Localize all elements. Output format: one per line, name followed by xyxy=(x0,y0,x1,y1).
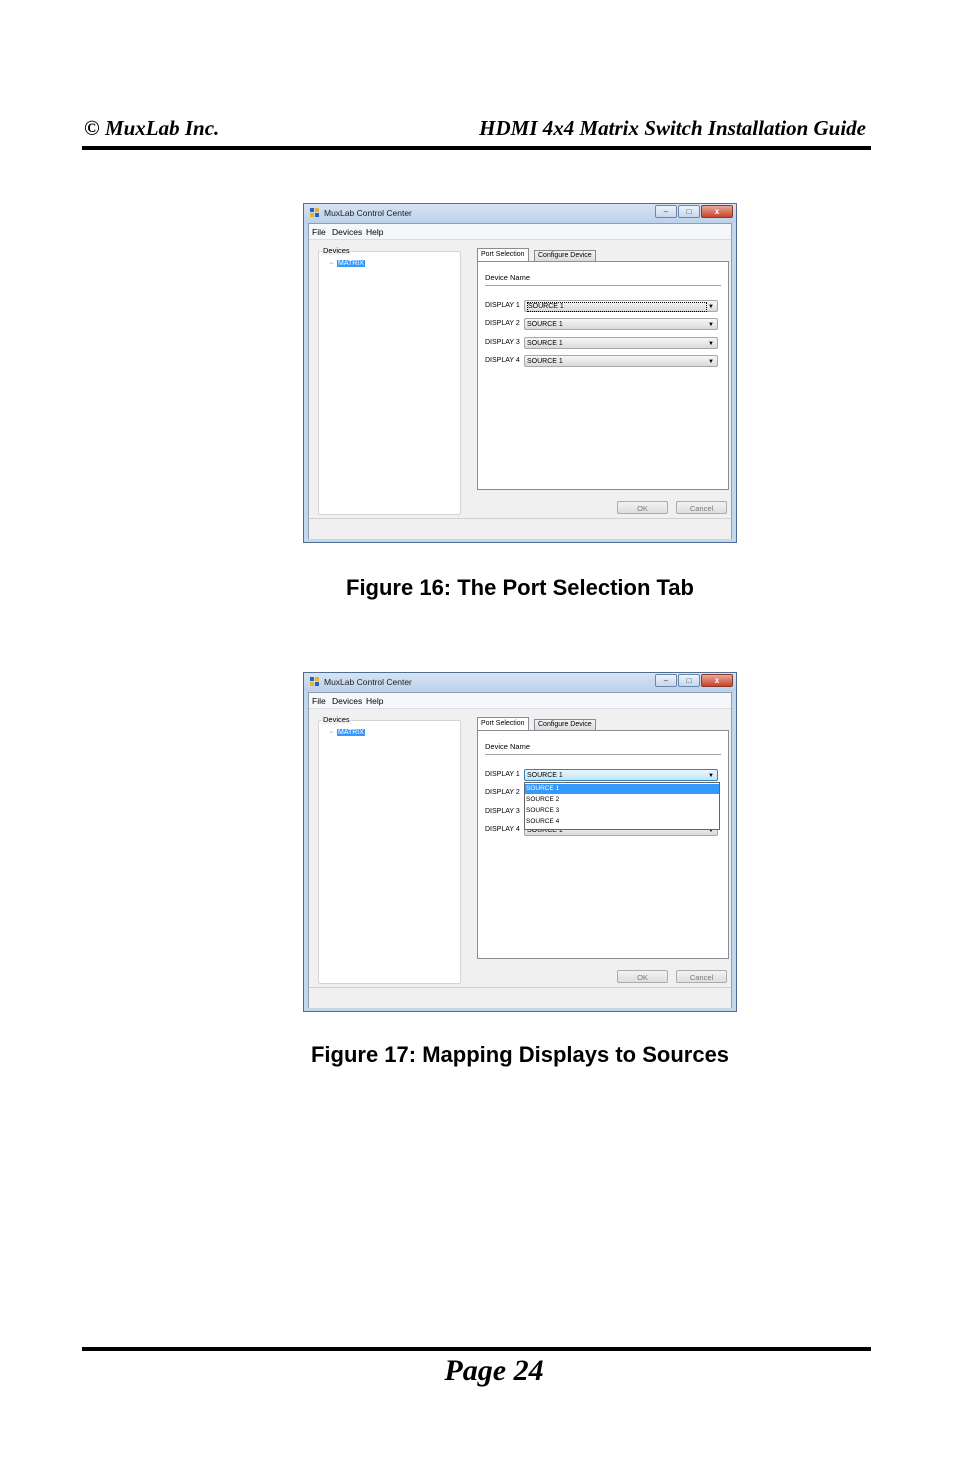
header-guide-title: HDMI 4x4 Matrix Switch Installation Guid… xyxy=(479,116,866,140)
tree-node-matrix[interactable]: MATRIX xyxy=(337,729,365,736)
device-name-label: Device Name xyxy=(485,273,531,282)
display-1-value: SOURCE 1 xyxy=(527,302,707,312)
port-selection-panel: Device Name DISPLAY 1 SOURCE 1 ▼ SOURCE 1… xyxy=(477,730,729,959)
close-button[interactable]: x xyxy=(701,205,733,218)
display-1-label: DISPLAY 1 xyxy=(485,302,520,309)
figure-17-window: MuxLab Control Center – □ x File Devices… xyxy=(303,672,737,1012)
minimize-button[interactable]: – xyxy=(655,205,677,218)
chevron-down-icon: ▼ xyxy=(708,304,714,310)
display-2-value: SOURCE 1 xyxy=(527,321,563,328)
display-4-label: DISPLAY 4 xyxy=(485,357,520,364)
tab-port-selection[interactable]: Port Selection xyxy=(477,717,529,730)
dropdown-option-source-4[interactable]: SOURCE 4 xyxy=(525,817,719,827)
title-bar[interactable]: MuxLab Control Center – □ x xyxy=(304,204,736,223)
footer-rule xyxy=(82,1347,871,1351)
display-4-select[interactable]: SOURCE 1 ▼ xyxy=(524,355,718,367)
header-copyright: © MuxLab Inc. xyxy=(84,116,220,140)
app-icon xyxy=(310,677,320,687)
device-name-divider xyxy=(485,754,721,755)
display-1-label: DISPLAY 1 xyxy=(485,771,520,778)
cancel-button[interactable]: Cancel xyxy=(676,501,727,514)
header-rule xyxy=(82,146,871,150)
maximize-button[interactable]: □ xyxy=(678,674,700,687)
figure-17-caption: Figure 17: Mapping Displays to Sources xyxy=(310,1042,730,1067)
dropdown-option-source-3[interactable]: SOURCE 3 xyxy=(525,806,719,816)
figure-16-window: MuxLab Control Center – □ x File Devices… xyxy=(303,203,737,543)
menu-help[interactable]: Help xyxy=(366,696,383,706)
display-4-value: SOURCE 1 xyxy=(527,358,563,365)
chevron-down-icon: ▼ xyxy=(708,359,714,365)
ok-button[interactable]: OK xyxy=(617,970,668,983)
menu-file[interactable]: File xyxy=(312,227,326,237)
devices-panel xyxy=(318,720,461,984)
menu-bar: File Devices Help xyxy=(309,224,731,240)
page-number: Page 24 xyxy=(444,1354,544,1387)
minimize-button[interactable]: – xyxy=(655,674,677,687)
display-2-select[interactable]: SOURCE 1 ▼ xyxy=(524,318,718,330)
display-2-label: DISPLAY 2 xyxy=(485,320,520,327)
display-2-label: DISPLAY 2 xyxy=(485,789,520,796)
tree-connector: ··· xyxy=(329,260,334,267)
tree-node-matrix[interactable]: MATRIX xyxy=(337,260,365,267)
menu-devices[interactable]: Devices xyxy=(332,227,362,237)
devices-panel xyxy=(318,251,461,515)
device-name-label: Device Name xyxy=(485,742,531,751)
window-title: MuxLab Control Center xyxy=(324,208,412,218)
device-name-divider xyxy=(485,285,721,286)
devices-label: Devices xyxy=(322,715,351,724)
page-header: © MuxLab Inc. HDMI 4x4 Matrix Switch Ins… xyxy=(84,116,870,146)
chevron-down-icon: ▼ xyxy=(708,341,714,347)
display-1-select[interactable]: SOURCE 1 ▼ xyxy=(524,300,718,312)
app-icon xyxy=(310,208,320,218)
devices-label: Devices xyxy=(322,246,351,255)
port-selection-panel: Device Name DISPLAY 1 SOURCE 1 ▼ DISPLAY … xyxy=(477,261,729,490)
window-title: MuxLab Control Center xyxy=(324,677,412,687)
display-3-select[interactable]: SOURCE 1 ▼ xyxy=(524,337,718,349)
title-bar[interactable]: MuxLab Control Center – □ x xyxy=(304,673,736,692)
tab-port-selection[interactable]: Port Selection xyxy=(477,248,529,261)
maximize-button[interactable]: □ xyxy=(678,205,700,218)
status-bar xyxy=(309,987,731,1008)
tab-configure-device[interactable]: Configure Device xyxy=(534,250,596,261)
menu-help[interactable]: Help xyxy=(366,227,383,237)
display-3-label: DISPLAY 3 xyxy=(485,339,520,346)
client-area: File Devices Help Devices ··· MATRIX Por… xyxy=(308,692,732,1008)
display-1-select[interactable]: SOURCE 1 ▼ xyxy=(524,769,718,781)
figure-16-caption: Figure 16: The Port Selection Tab xyxy=(346,575,694,600)
tree-connector: ··· xyxy=(329,729,334,736)
dropdown-option-source-1[interactable]: SOURCE 1 xyxy=(525,784,719,794)
display-3-value: SOURCE 1 xyxy=(527,340,563,347)
cancel-button[interactable]: Cancel xyxy=(676,970,727,983)
close-button[interactable]: x xyxy=(701,674,733,687)
menu-devices[interactable]: Devices xyxy=(332,696,362,706)
ok-button[interactable]: OK xyxy=(617,501,668,514)
display-3-label: DISPLAY 3 xyxy=(485,808,520,815)
tab-configure-device[interactable]: Configure Device xyxy=(534,719,596,730)
chevron-down-icon: ▼ xyxy=(708,322,714,328)
menu-file[interactable]: File xyxy=(312,696,326,706)
status-bar xyxy=(309,518,731,539)
source-dropdown-list: SOURCE 1 SOURCE 2 SOURCE 3 SOURCE 4 xyxy=(524,782,720,830)
display-1-value: SOURCE 1 xyxy=(527,772,563,779)
dropdown-option-source-2[interactable]: SOURCE 2 xyxy=(525,795,719,805)
menu-bar: File Devices Help xyxy=(309,693,731,709)
chevron-down-icon: ▼ xyxy=(708,773,714,779)
client-area: File Devices Help Devices ··· MATRIX Por… xyxy=(308,223,732,539)
display-4-label: DISPLAY 4 xyxy=(485,826,520,833)
